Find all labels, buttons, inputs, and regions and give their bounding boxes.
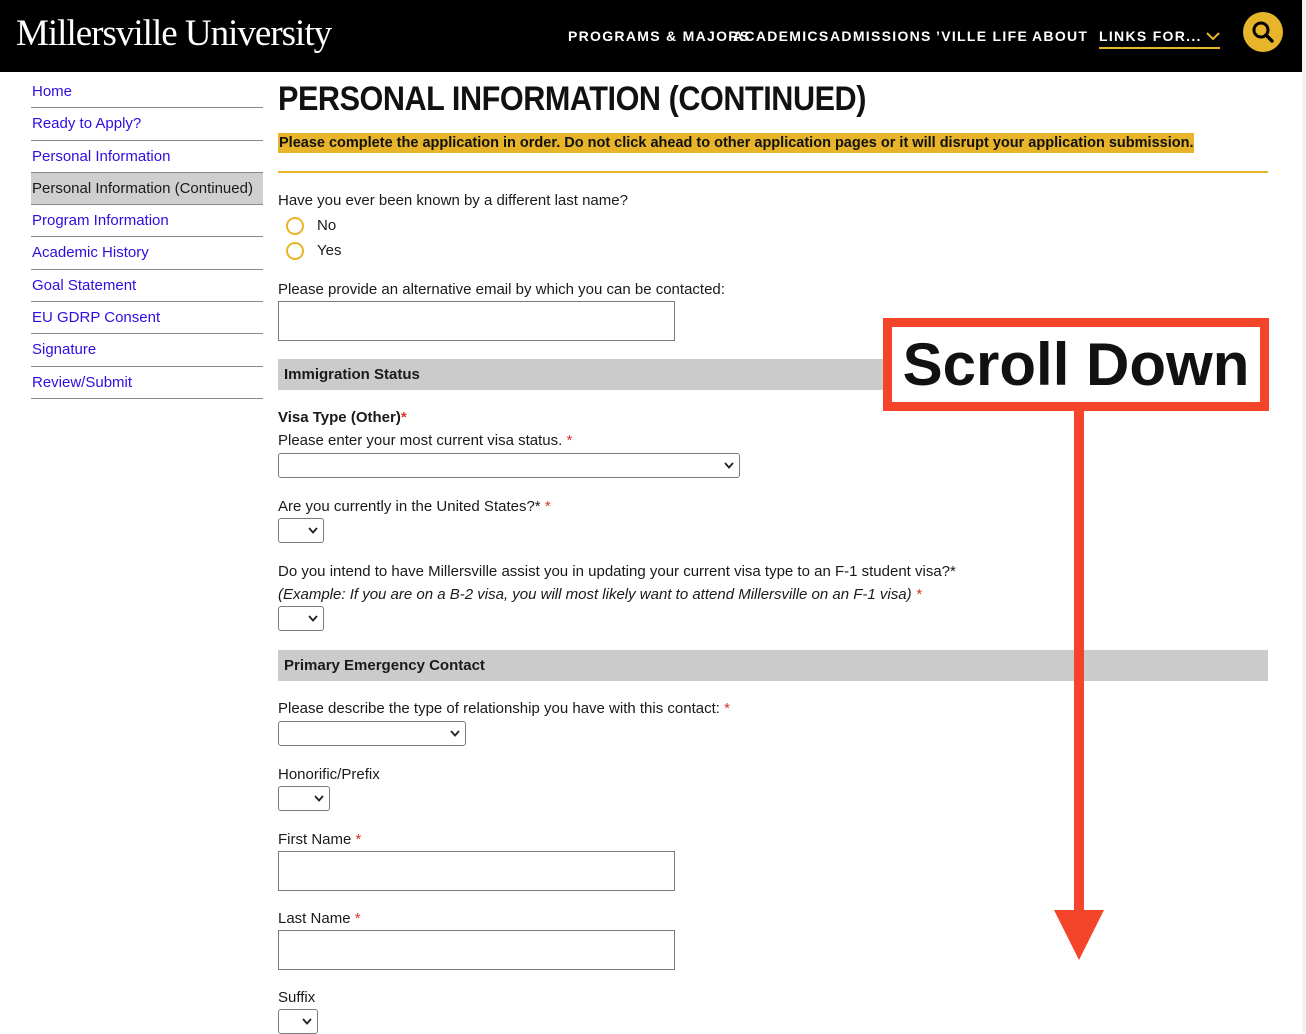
sidebar-item-home[interactable]: Home: [31, 76, 263, 109]
nav-academics[interactable]: ACADEMICS: [733, 27, 829, 45]
f1-visa-select[interactable]: [278, 606, 324, 631]
f1-visa-label: Do you intend to have Millersville assis…: [278, 563, 956, 580]
radio-no-label: No: [317, 217, 337, 234]
honorific-select[interactable]: [278, 786, 330, 811]
in-us-label: Are you currently in the United States?*…: [278, 498, 551, 515]
search-icon: [1252, 21, 1274, 43]
nav-admissions[interactable]: ADMISSIONS: [830, 27, 932, 45]
visa-type-label: Visa Type (Other)*: [278, 409, 407, 426]
chevron-down-icon: [302, 1018, 312, 1025]
required-mark: *: [724, 700, 730, 717]
order-warning: Please complete the application in order…: [278, 133, 1195, 153]
nav-links-for[interactable]: LINKS FOR...: [1099, 27, 1220, 49]
required-mark: *: [915, 586, 922, 603]
visa-status-select[interactable]: [278, 453, 740, 478]
last-name-question: Have you ever been known by a different …: [278, 192, 628, 209]
suffix-label: Suffix: [278, 989, 316, 1006]
visa-status-label: Please enter your most current visa stat…: [278, 432, 573, 449]
sidebar-item-review-submit[interactable]: Review/Submit: [31, 367, 263, 399]
primary-emergency-contact-header: Primary Emergency Contact: [278, 650, 1268, 681]
last-name-label: Last Name *: [278, 910, 361, 927]
sidebar-item-program-information[interactable]: Program Information: [31, 205, 263, 238]
nav-ville-life[interactable]: ’VILLE LIFE: [936, 27, 1028, 45]
nav-programs-majors[interactable]: PROGRAMS & MAJORS: [568, 27, 750, 45]
alt-email-input[interactable]: [278, 301, 675, 341]
sidebar-item-signature[interactable]: Signature: [31, 334, 263, 367]
chevron-down-icon: [450, 730, 460, 737]
first-name-input[interactable]: [278, 851, 675, 891]
f1-visa-example: (Example: If you are on a B-2 visa, you …: [278, 586, 922, 603]
required-mark: *: [544, 498, 551, 515]
radio-yes-label: Yes: [317, 242, 342, 259]
scroll-arrow-shaft: [1074, 411, 1084, 916]
sidebar-item-personal-information[interactable]: Personal Information: [31, 141, 263, 173]
radio-no[interactable]: [286, 217, 304, 235]
sidebar-item-eu-gdrp-consent[interactable]: EU GDRP Consent: [31, 302, 263, 335]
required-mark: *: [354, 910, 361, 927]
radio-yes[interactable]: [286, 242, 304, 260]
required-mark: *: [566, 432, 573, 449]
search-button[interactable]: [1243, 12, 1283, 52]
sidebar-item-ready-to-apply[interactable]: Ready to Apply?: [31, 108, 263, 141]
arrow-down-icon: [1054, 910, 1104, 960]
relationship-label: Please describe the type of relationship…: [278, 700, 730, 717]
sidebar-item-academic-history[interactable]: Academic History: [31, 237, 263, 270]
sidebar-item-personal-information-continued[interactable]: Personal Information (Continued): [31, 172, 263, 206]
chevron-down-icon[interactable]: [1206, 31, 1220, 41]
last-name-input[interactable]: [278, 930, 675, 970]
sidebar-nav: Home Ready to Apply? Personal Informatio…: [31, 76, 263, 399]
site-header: Millersville University PROGRAMS & MAJOR…: [0, 0, 1302, 72]
scroll-down-callout: Scroll Down: [883, 318, 1269, 411]
divider: [278, 171, 1268, 173]
suffix-select[interactable]: [278, 1009, 318, 1034]
in-us-select[interactable]: [278, 518, 324, 543]
honorific-label: Honorific/Prefix: [278, 766, 380, 783]
university-logo[interactable]: Millersville University: [16, 12, 332, 56]
scroll-down-text: Scroll Down: [902, 331, 1250, 398]
relationship-select[interactable]: [278, 721, 466, 746]
chevron-down-icon: [308, 615, 318, 622]
chevron-down-icon: [724, 462, 734, 469]
page-scrollbar[interactable]: [1302, 0, 1306, 1033]
page-title: PERSONAL INFORMATION (CONTINUED): [278, 80, 866, 118]
nav-about[interactable]: ABOUT: [1032, 27, 1088, 45]
chevron-down-icon: [314, 795, 324, 802]
required-mark: *: [400, 409, 407, 426]
alt-email-label: Please provide an alternative email by w…: [278, 281, 725, 298]
required-mark: *: [355, 831, 362, 848]
sidebar-item-goal-statement[interactable]: Goal Statement: [31, 270, 263, 303]
chevron-down-icon: [308, 527, 318, 534]
first-name-label: First Name *: [278, 831, 362, 848]
